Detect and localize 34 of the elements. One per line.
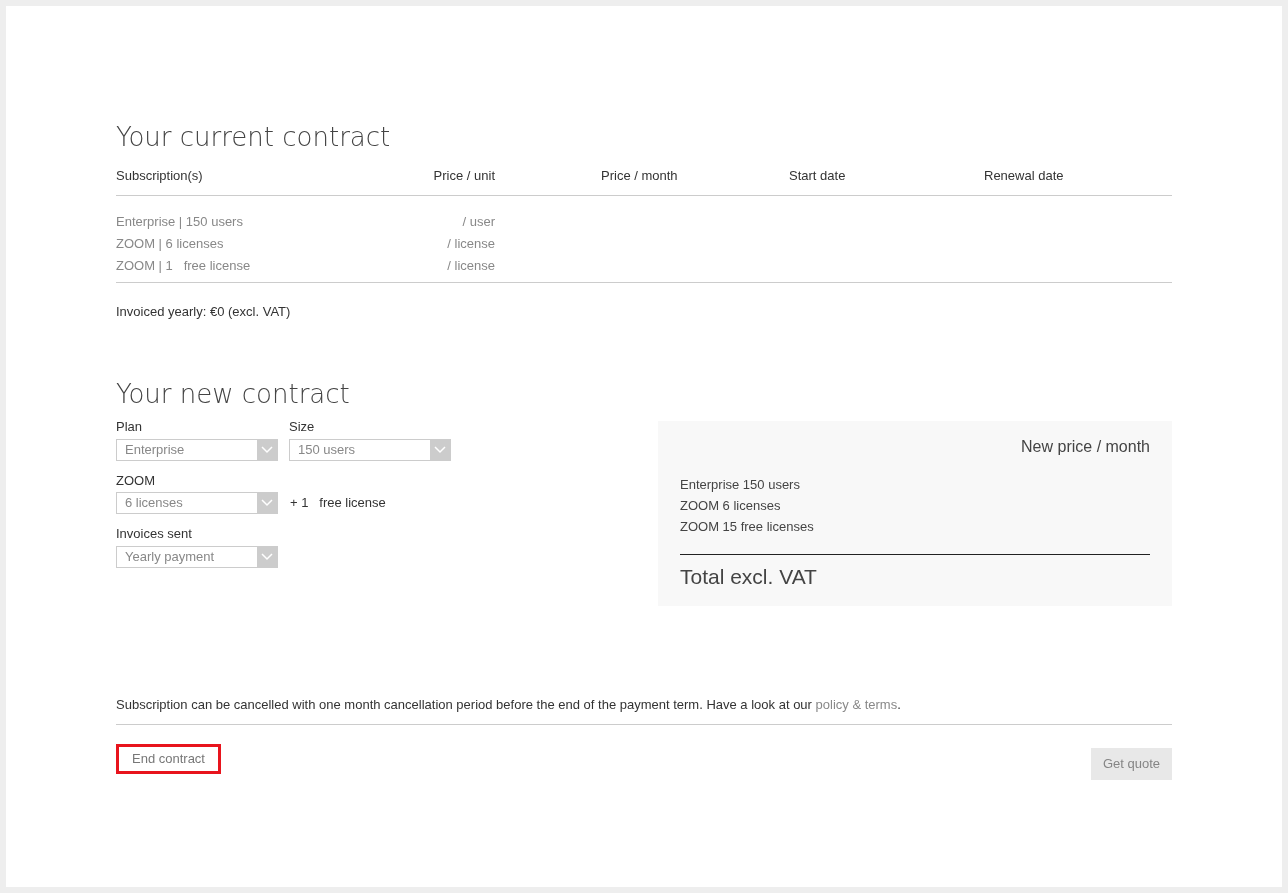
- price-unit-cell-text: / license: [446, 235, 495, 252]
- field-label: Plan: [116, 418, 144, 436]
- field-label: Size: [289, 418, 316, 436]
- field-label: ZOOM: [116, 471, 156, 490]
- column-header: Renewal date: [984, 167, 1065, 185]
- field-label: Invoices sent: [116, 525, 193, 543]
- chevron-down-icon: [261, 552, 273, 561]
- dropdown[interactable]: Yearly payment: [116, 545, 278, 568]
- chevron-down-icon: [261, 499, 273, 507]
- column-header: Subscription(s): [116, 167, 204, 185]
- column-header: Price / unit: [432, 167, 495, 185]
- chevron-down-icon: [261, 445, 273, 454]
- dropdown[interactable]: 6 licenses: [116, 492, 278, 514]
- price-unit-cell-text: / user: [461, 213, 495, 230]
- chevron-down-icon: [434, 445, 446, 454]
- subscription-cell-text: ZOOM | 6 licenses: [116, 235, 225, 252]
- summary-line: ZOOM 6 licenses: [680, 497, 782, 514]
- summary-line: ZOOM 15 free licenses: [680, 518, 815, 535]
- summary-heading: New price / month: [1021, 437, 1150, 457]
- subscription-cell-text: Enterprise | 150 users: [116, 213, 244, 230]
- summary-line: Enterprise 150 users: [680, 476, 801, 493]
- dropdown[interactable]: 150 users: [289, 438, 451, 461]
- section-title: Your new contract: [116, 378, 351, 411]
- subscription-cell-text: ZOOM | 1 free license: [116, 257, 252, 274]
- free-license-note: + 1 free license: [290, 494, 386, 513]
- invoiced-text: Invoiced yearly: €0 (excl. VAT): [116, 302, 292, 321]
- price-unit-cell-text: / license: [446, 257, 495, 274]
- dropdown[interactable]: Enterprise: [116, 438, 278, 461]
- end-contract-button[interactable]: End contract: [116, 743, 221, 774]
- cancellation-notice: Subscription can be cancelled with one month cancellation period before the end of the payment term. Have a look at our policy & terms.: [116, 695, 1172, 725]
- section-title: Your current contract: [116, 121, 392, 154]
- column-header: Start date: [789, 167, 847, 185]
- column-header: Price / month: [601, 167, 679, 185]
- total-label: Total excl. VAT: [680, 564, 818, 590]
